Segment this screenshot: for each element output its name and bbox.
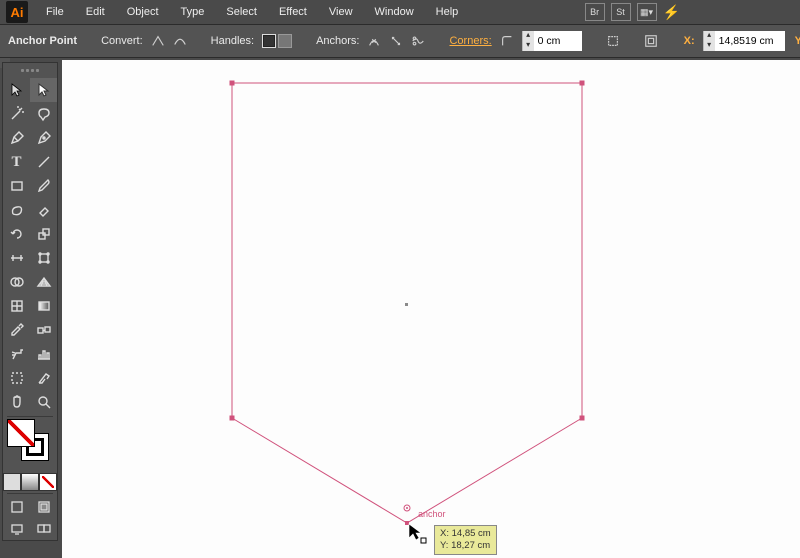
menu-view[interactable]: View <box>319 3 363 21</box>
handles-show-icon[interactable] <box>262 34 276 48</box>
menu-effect[interactable]: Effect <box>269 3 317 21</box>
anchors-label: Anchors: <box>316 35 359 47</box>
menu-edit[interactable]: Edit <box>76 3 115 21</box>
menu-file[interactable]: File <box>36 3 74 21</box>
gradient-mode-icon[interactable] <box>21 473 39 491</box>
shape-builder-tool[interactable] <box>3 270 30 294</box>
column-graph-tool[interactable] <box>30 342 57 366</box>
anchor-hint-label: anchor <box>418 509 446 519</box>
corner-type-icon[interactable] <box>500 31 514 51</box>
x-spin-down[interactable]: ▾ <box>704 41 715 51</box>
app-logo: Ai <box>6 1 28 23</box>
align-to-pixel-icon[interactable] <box>606 31 620 51</box>
rectangle-tool[interactable] <box>3 174 30 198</box>
corner-spin-down[interactable]: ▾ <box>523 41 534 51</box>
artwork-shape[interactable] <box>227 78 607 538</box>
convert-corner-icon[interactable] <box>151 31 165 51</box>
blend-tool[interactable] <box>30 318 57 342</box>
control-bar: Anchor Point Convert: Handles: Anchors: … <box>0 24 800 58</box>
paintbrush-tool[interactable] <box>30 174 57 198</box>
handles-label: Handles: <box>211 35 254 47</box>
lasso-tool[interactable] <box>30 102 57 126</box>
change-screen-icon[interactable] <box>30 518 57 540</box>
mesh-tool[interactable] <box>3 294 30 318</box>
artboard-tool[interactable] <box>3 366 30 390</box>
corner-radius-field[interactable] <box>534 31 582 51</box>
pen-tool[interactable] <box>3 126 30 150</box>
slice-tool[interactable] <box>30 366 57 390</box>
perspective-grid-tool[interactable] <box>30 270 57 294</box>
eraser-tool[interactable] <box>30 198 57 222</box>
curvature-tool[interactable] <box>30 126 57 150</box>
stock-icon[interactable]: St <box>611 3 631 21</box>
x-position-field[interactable] <box>715 31 785 51</box>
screen-mode-icon[interactable] <box>3 518 30 540</box>
scale-tool[interactable] <box>30 222 57 246</box>
menu-object[interactable]: Object <box>117 3 169 21</box>
arrange-docs-icon[interactable]: ▦▾ <box>637 3 657 21</box>
selection-mode-label: Anchor Point <box>8 35 77 47</box>
menu-bar: Ai File Edit Object Type Select Effect V… <box>0 0 800 24</box>
line-tool[interactable] <box>30 150 57 174</box>
menu-help[interactable]: Help <box>426 3 469 21</box>
gpu-icon[interactable]: ⚡ <box>663 4 680 21</box>
canvas[interactable]: anchor X: 14,85 cm Y: 18,27 cm <box>62 60 800 558</box>
bridge-icon[interactable]: Br <box>585 3 605 21</box>
menu-window[interactable]: Window <box>365 3 424 21</box>
draw-behind-icon[interactable] <box>30 496 57 518</box>
convert-smooth-icon[interactable] <box>173 31 187 51</box>
toolbox: T <box>2 62 58 541</box>
isolate-icon[interactable] <box>644 31 658 51</box>
convert-label: Convert: <box>101 35 143 47</box>
eyedropper-tool[interactable] <box>3 318 30 342</box>
fill-stroke-picker[interactable] <box>3 419 57 473</box>
magic-wand-tool[interactable] <box>3 102 30 126</box>
width-tool[interactable] <box>3 246 30 270</box>
hand-tool[interactable] <box>3 390 30 414</box>
shaper-tool[interactable] <box>3 198 30 222</box>
rotate-tool[interactable] <box>3 222 30 246</box>
cut-path-icon[interactable] <box>411 31 425 51</box>
none-mode-icon[interactable] <box>39 473 57 491</box>
selection-tool[interactable] <box>3 78 30 102</box>
color-mode-icon[interactable] <box>3 473 21 491</box>
menu-select[interactable]: Select <box>216 3 267 21</box>
menu-type[interactable]: Type <box>171 3 215 21</box>
x-position-input[interactable]: ▴▾ <box>703 31 785 51</box>
x-label: X: <box>684 35 695 47</box>
direct-selection-tool[interactable] <box>30 78 57 102</box>
y-label: Y: <box>795 35 800 47</box>
handles-hide-icon[interactable] <box>278 34 292 48</box>
remove-anchor-icon[interactable] <box>367 31 381 51</box>
coordinate-tooltip: X: 14,85 cm Y: 18,27 cm <box>434 525 497 555</box>
draw-normal-icon[interactable] <box>3 496 30 518</box>
type-tool[interactable]: T <box>3 150 30 174</box>
connect-anchor-icon[interactable] <box>389 31 403 51</box>
zoom-tool[interactable] <box>30 390 57 414</box>
free-transform-tool[interactable] <box>30 246 57 270</box>
symbol-sprayer-tool[interactable] <box>3 342 30 366</box>
gradient-tool[interactable] <box>30 294 57 318</box>
fill-swatch[interactable] <box>7 419 35 447</box>
corner-radius-input[interactable]: ▴▾ <box>522 31 582 51</box>
corners-label[interactable]: Corners: <box>449 35 491 47</box>
